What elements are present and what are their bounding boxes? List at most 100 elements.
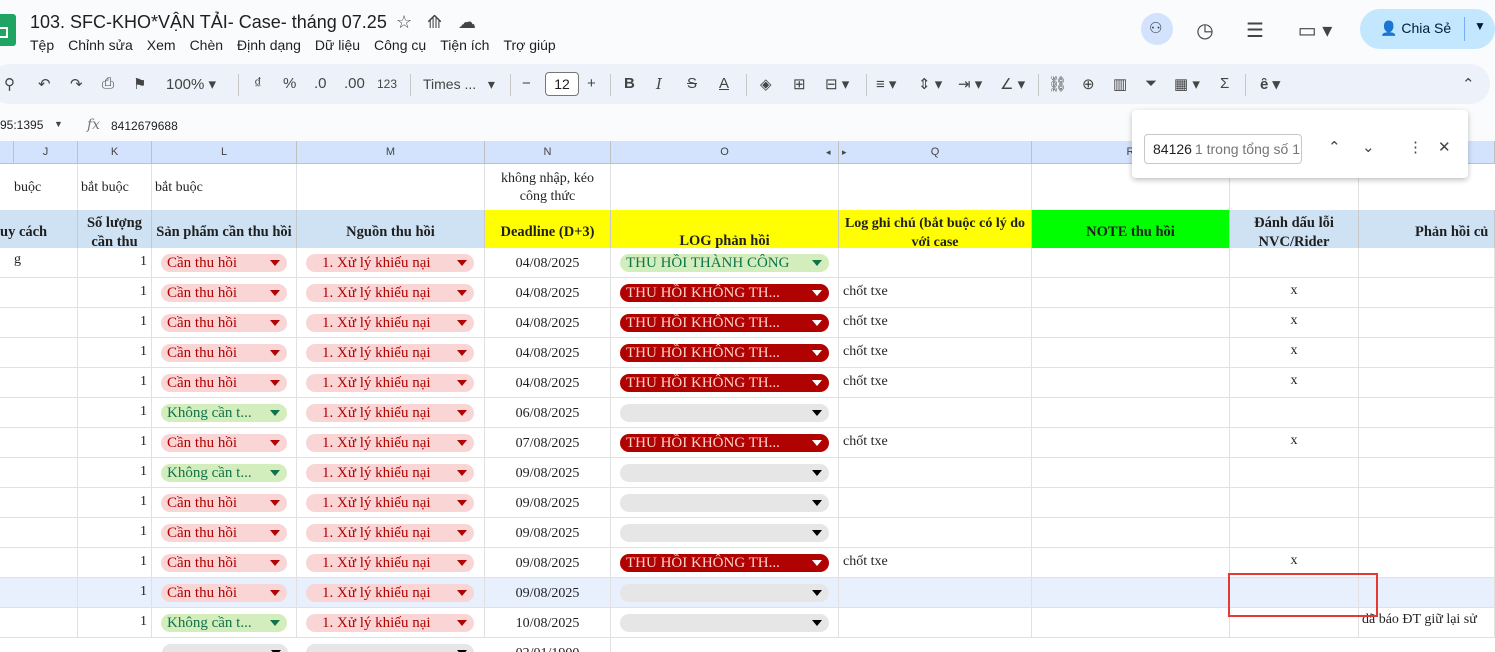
cell-note[interactable] (839, 248, 1032, 278)
log-dropdown[interactable]: THU HỒI THÀNH CÔNG (620, 254, 829, 272)
bold-button[interactable]: B (624, 75, 635, 92)
cell-j[interactable] (0, 428, 78, 458)
find-more-options-icon[interactable]: ⋮ (1408, 138, 1423, 156)
product-dropdown[interactable]: Cần thu hồi (161, 254, 287, 272)
source-dropdown[interactable] (306, 644, 474, 652)
column-header-m[interactable]: M (297, 141, 485, 164)
column-header-o[interactable]: O (611, 141, 839, 164)
filter-icon[interactable]: ⏷ (1145, 75, 1157, 92)
cell-note[interactable]: chốt txe (839, 308, 1032, 338)
cell-note[interactable] (839, 518, 1032, 548)
font-size-input[interactable]: 12 (545, 72, 579, 96)
cell-deadline[interactable]: 06/08/2025 (485, 398, 611, 428)
cell-source[interactable]: 1. Xử lý khiếu nại (297, 368, 485, 398)
cell-source[interactable]: 1. Xử lý khiếu nại (297, 428, 485, 458)
search-menus-icon[interactable]: ⚲ (4, 75, 15, 93)
find-previous-icon[interactable]: ⌃ (1328, 138, 1341, 156)
product-dropdown[interactable]: Cần thu hồi (161, 434, 287, 452)
cell-qty[interactable]: 1 (78, 548, 152, 578)
log-dropdown[interactable] (620, 404, 829, 422)
product-dropdown[interactable]: Cần thu hồi (161, 344, 287, 362)
cell-j[interactable] (0, 278, 78, 308)
cell-mark[interactable] (1230, 488, 1359, 518)
cell-reply[interactable] (1359, 428, 1495, 458)
percent-format-button[interactable]: % (283, 75, 296, 92)
column-header-j[interactable]: J (14, 141, 78, 164)
cell-log[interactable]: THU HỒI KHÔNG TH... (611, 548, 839, 578)
cloud-status-icon[interactable]: ☁ (458, 12, 476, 33)
move-icon[interactable]: ⟰ (427, 12, 442, 33)
font-size-decrease-button[interactable]: − (522, 75, 531, 92)
cell-j[interactable] (0, 548, 78, 578)
insert-chart-icon[interactable]: ▥ (1113, 75, 1127, 93)
strikethrough-button[interactable]: S (687, 75, 697, 92)
cell-reply[interactable] (1359, 398, 1495, 428)
source-dropdown[interactable]: 1. Xử lý khiếu nại (306, 464, 474, 482)
source-dropdown[interactable]: 1. Xử lý khiếu nại (306, 584, 474, 602)
cell-deadline[interactable]: 10/08/2025 (485, 608, 611, 638)
cell-reply[interactable] (1359, 308, 1495, 338)
cell-note[interactable]: chốt txe (839, 278, 1032, 308)
cell-product[interactable]: Cần thu hồi (152, 548, 297, 578)
hidden-column-right-arrow-icon[interactable]: ▸ (842, 147, 847, 158)
formula-input[interactable]: 8412679688 (111, 119, 178, 133)
cell-j[interactable] (0, 488, 78, 518)
cell-note[interactable]: chốt txe (839, 368, 1032, 398)
print-icon[interactable]: ⎙ (102, 75, 114, 92)
cell-j[interactable] (0, 368, 78, 398)
find-input[interactable]: 84126 1 trong tổng số 1 (1144, 134, 1302, 164)
cell-deadline[interactable]: 02/01/1900 (485, 638, 611, 652)
cell-qty[interactable]: 1 (78, 368, 152, 398)
cell-recovery[interactable] (1032, 518, 1230, 548)
font-size-increase-button[interactable]: + (587, 75, 596, 92)
cell-note[interactable] (839, 458, 1032, 488)
cell-note[interactable] (839, 578, 1032, 608)
cell-deadline[interactable]: 09/08/2025 (485, 488, 611, 518)
cell-j[interactable] (0, 308, 78, 338)
log-dropdown[interactable] (620, 524, 829, 542)
filter-views-icon[interactable]: ▦ ▾ (1174, 75, 1200, 93)
cell-mark[interactable]: x (1230, 308, 1359, 338)
insert-comment-icon[interactable]: ⊕ (1082, 75, 1095, 93)
cell-j[interactable] (0, 338, 78, 368)
cell-deadline[interactable]: 04/08/2025 (485, 368, 611, 398)
paint-format-icon[interactable]: ⚑ (133, 75, 146, 93)
cell-mark[interactable]: x (1230, 368, 1359, 398)
menu-help[interactable]: Trợ giúp (503, 37, 555, 53)
product-dropdown[interactable]: Cần thu hồi (161, 554, 287, 572)
column-header-prev[interactable] (0, 141, 14, 164)
cell-log[interactable] (611, 578, 839, 608)
cell-reply[interactable] (1359, 278, 1495, 308)
cell-log[interactable]: THU HỒI THÀNH CÔNG (611, 248, 839, 278)
cell-deadline[interactable]: 04/08/2025 (485, 248, 611, 278)
cell-recovery[interactable] (1032, 278, 1230, 308)
menu-file[interactable]: Tệp (30, 37, 54, 53)
log-dropdown[interactable] (620, 464, 829, 482)
cell-qty[interactable]: 1 (78, 248, 152, 278)
cell-note[interactable] (839, 608, 1032, 638)
cell-recovery[interactable] (1032, 398, 1230, 428)
cell-reply[interactable]: đã báo ĐT giữ lại sử (1359, 608, 1495, 638)
cell-recovery[interactable] (1032, 248, 1230, 278)
spreadsheet-grid[interactable]: J K L M N O Q R S T ◂ ▸ buộc bắt buộc bắ… (0, 141, 1495, 652)
cell-source[interactable]: 1. Xử lý khiếu nại (297, 308, 485, 338)
currency-format-button[interactable]: ₫ (254, 75, 262, 92)
product-dropdown[interactable]: Cần thu hồi (161, 284, 287, 302)
menu-extensions[interactable]: Tiện ích (440, 37, 489, 53)
cell-log[interactable] (611, 518, 839, 548)
cell-source[interactable]: 1. Xử lý khiếu nại (297, 548, 485, 578)
cell-product[interactable]: Cần thu hồi (152, 278, 297, 308)
cell-log[interactable]: THU HỒI KHÔNG TH... (611, 278, 839, 308)
cell-deadline[interactable]: 07/08/2025 (485, 428, 611, 458)
cell-log[interactable]: THU HỒI KHÔNG TH... (611, 368, 839, 398)
cell-recovery[interactable] (1032, 608, 1230, 638)
log-dropdown[interactable]: THU HỒI KHÔNG TH... (620, 284, 829, 302)
cell-j[interactable] (0, 398, 78, 428)
cell-note[interactable]: chốt txe (839, 428, 1032, 458)
cell-reply[interactable] (1359, 548, 1495, 578)
cell-mark[interactable] (1230, 518, 1359, 548)
font-family-select[interactable]: Times ... ▾ (423, 76, 495, 93)
cell-log[interactable]: THU HỒI KHÔNG TH... (611, 338, 839, 368)
share-dropdown-icon[interactable]: ▼ (1474, 19, 1486, 33)
insert-link-icon[interactable]: ⛓ (1048, 75, 1067, 93)
